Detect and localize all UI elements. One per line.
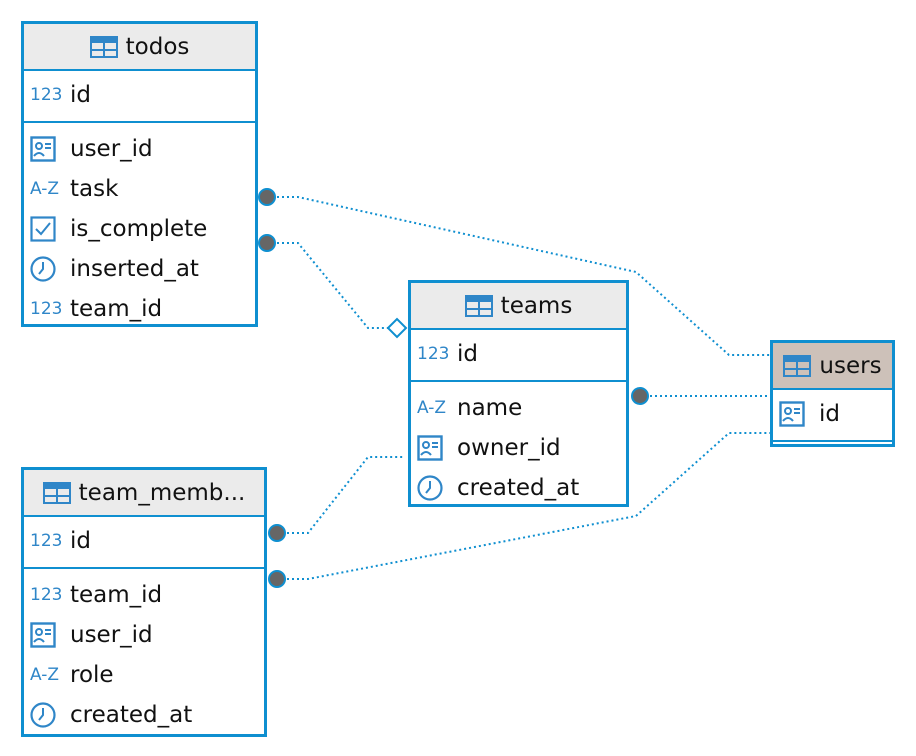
column-row[interactable]: is_complete (24, 209, 255, 249)
column-name: id (70, 82, 91, 108)
column-row[interactable]: 123 id (24, 521, 264, 561)
primary-key-section: 123 id (24, 71, 255, 123)
column-name: id (70, 528, 91, 554)
number-icon: 123 (30, 585, 63, 605)
table-header[interactable]: users (773, 343, 892, 390)
table-name: users (819, 352, 882, 379)
table-icon (783, 354, 812, 377)
column-row[interactable]: created_at (411, 468, 626, 508)
id-card-icon (30, 622, 64, 648)
clock-icon (417, 475, 451, 501)
column-row[interactable]: 123 id (411, 334, 626, 374)
id-card-icon (417, 435, 451, 461)
columns-section: user_id A-Z task is_complete inserted_at 123 t… (24, 123, 255, 335)
table-header[interactable]: teams (411, 283, 626, 330)
number-icon: 123 (30, 85, 63, 105)
table-name: todos (125, 33, 190, 60)
column-name: task (70, 176, 119, 202)
primary-key-section: 123 id (411, 330, 626, 382)
column-name: name (457, 395, 523, 421)
link-todos-teams (267, 242, 388, 329)
column-name: is_complete (70, 216, 208, 242)
id-card-icon (779, 401, 813, 427)
column-name: user_id (70, 622, 153, 648)
column-row[interactable]: A-Z role (24, 655, 264, 695)
text-icon: A-Z (30, 665, 60, 685)
table-users[interactable]: users id (770, 340, 895, 447)
link-team-members-teams (277, 456, 405, 534)
table-team-members[interactable]: team_memb... 123 id 123 team_id user_id A-Z rol… (21, 467, 267, 737)
fk-dot (268, 524, 286, 542)
table-todos[interactable]: todos 123 id user_id A-Z task is_completeinser… (21, 21, 258, 327)
table-icon (464, 294, 493, 317)
columns-section: 123 team_id user_id A-Z role created_at (24, 569, 264, 741)
id-card-icon (30, 136, 64, 162)
column-row[interactable]: A-Z name (411, 388, 626, 428)
text-icon: A-Z (417, 398, 447, 418)
column-name: user_id (70, 136, 153, 162)
column-name: team_id (70, 582, 163, 608)
number-icon: 123 (417, 344, 450, 364)
table-icon (89, 35, 118, 58)
column-name: created_at (70, 702, 193, 728)
table-icon (42, 481, 71, 504)
column-name: team_id (70, 296, 163, 322)
column-row[interactable]: created_at (24, 695, 264, 735)
clock-icon (30, 702, 64, 728)
column-row[interactable]: 123 team_id (24, 289, 255, 329)
column-name: inserted_at (70, 256, 199, 282)
column-row[interactable]: id (773, 394, 892, 434)
table-header[interactable]: team_memb... (24, 470, 264, 517)
column-row[interactable]: A-Z task (24, 169, 255, 209)
column-name: id (457, 341, 478, 367)
column-name: role (70, 662, 114, 688)
table-header[interactable]: todos (24, 24, 255, 71)
column-row[interactable]: user_id (24, 129, 255, 169)
fk-dot (258, 188, 276, 206)
column-row[interactable]: 123 id (24, 75, 255, 115)
columns-section: A-Z name owner_id created_at (411, 382, 626, 514)
diamond-marker (386, 317, 408, 339)
number-icon: 123 (30, 531, 63, 551)
checkbox-icon (30, 216, 64, 242)
columns-section (773, 442, 892, 454)
column-name: id (819, 401, 840, 427)
fk-dot (631, 387, 649, 405)
primary-key-section: 123 id (24, 517, 264, 569)
column-name: owner_id (457, 435, 561, 461)
column-row[interactable]: inserted_at (24, 249, 255, 289)
column-row[interactable]: owner_id (411, 428, 626, 468)
table-name: team_memb... (78, 479, 246, 506)
column-row[interactable]: 123 team_id (24, 575, 264, 615)
primary-key-section: id (773, 390, 892, 442)
clock-icon (30, 256, 64, 282)
text-icon: A-Z (30, 179, 60, 199)
table-teams[interactable]: teams 123 id A-Z name owner_id created_at (408, 280, 629, 507)
number-icon: 123 (30, 299, 63, 319)
fk-dot (258, 234, 276, 252)
column-row[interactable]: user_id (24, 615, 264, 655)
table-name: teams (500, 292, 573, 319)
column-name: created_at (457, 475, 580, 501)
fk-dot (268, 570, 286, 588)
